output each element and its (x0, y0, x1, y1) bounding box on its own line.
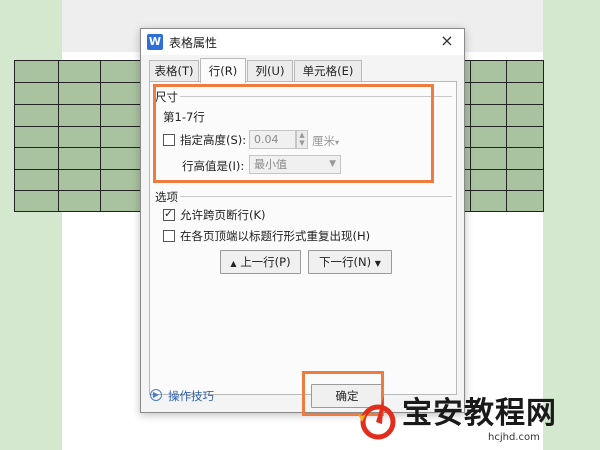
table-col-divider (506, 61, 507, 211)
triangle-up-icon: ▲ (230, 259, 237, 268)
wps-app-icon: W (147, 34, 163, 50)
watermark-url: hcjhd.com (488, 432, 540, 443)
prev-row-button[interactable]: ▲ 上一行(P) (220, 250, 301, 274)
repeat-header-checkbox[interactable] (163, 230, 175, 242)
tab-table[interactable]: 表格(T) (149, 60, 199, 82)
watermark-brand: 宝安教程网 (402, 396, 557, 431)
table-col-divider (100, 61, 101, 211)
dialog-title: 表格属性 (169, 36, 218, 50)
repeat-header-label: 在各页顶端以标题行形式重复出现(H) (180, 229, 371, 243)
table-col-divider (58, 61, 59, 211)
table-col-divider (470, 61, 471, 211)
highlight-size-section (153, 84, 434, 183)
close-icon[interactable]: × (438, 32, 456, 50)
options-group-label: 选项 (155, 190, 178, 204)
play-circle-icon[interactable]: ▶ (150, 389, 162, 401)
allow-break-checkbox[interactable] (163, 207, 175, 221)
tab-row[interactable]: 行(R) (200, 58, 246, 83)
tab-column[interactable]: 列(U) (247, 60, 293, 82)
tab-cell[interactable]: 单元格(E) (294, 60, 362, 82)
next-row-button[interactable]: 下一行(N) ▼ (308, 250, 392, 274)
help-tips-link[interactable]: 操作技巧 (168, 388, 214, 404)
dialog-titlebar[interactable]: W 表格属性 × (141, 29, 464, 55)
group-divider (180, 196, 452, 197)
watermark-logo-icon (358, 396, 396, 440)
next-row-label: 下一行(N) (319, 255, 372, 269)
prev-row-label: 上一行(P) (240, 255, 291, 269)
allow-break-label: 允许跨页断行(K) (180, 208, 266, 222)
triangle-down-icon: ▼ (374, 259, 381, 268)
